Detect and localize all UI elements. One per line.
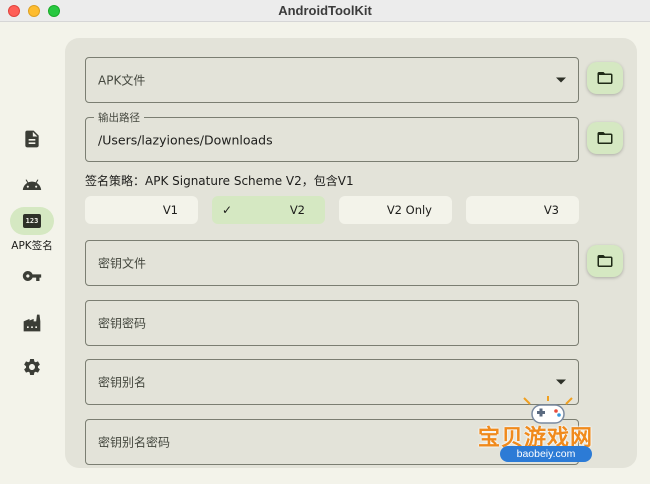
folder-icon bbox=[597, 132, 613, 144]
nav-item-apk-sign[interactable]: 123 bbox=[10, 207, 54, 235]
folder-icon bbox=[597, 72, 613, 84]
key-alias-password-field[interactable]: 密钥别名密码 bbox=[85, 419, 579, 465]
document-icon bbox=[25, 130, 39, 148]
key-file-placeholder: 密钥文件 bbox=[98, 256, 147, 271]
settings-gear-icon bbox=[24, 359, 40, 375]
scheme-option-v2-only[interactable]: V2 Only bbox=[339, 196, 452, 224]
signature-strategy-text: 签名策略：APK Signature Scheme V2，包含V1 bbox=[85, 174, 354, 188]
key-alias-placeholder: 密钥别名 bbox=[98, 375, 147, 390]
title-bar: AndroidToolKit bbox=[0, 0, 650, 22]
scheme-option-v1[interactable]: V1 bbox=[85, 196, 198, 224]
folder-icon bbox=[597, 255, 613, 267]
apk-file-dropdown[interactable]: APK文件 bbox=[85, 57, 579, 103]
window-title: AndroidToolKit bbox=[278, 3, 372, 18]
navigation-rail: 123 APK签名 bbox=[0, 23, 64, 484]
nav-item-android[interactable] bbox=[10, 171, 54, 199]
signature-scheme-selector: V1 ✓ V2 V2 Only V3 bbox=[85, 196, 581, 224]
select-output-path-button[interactable] bbox=[587, 122, 623, 154]
numbers-123-icon: 123 bbox=[23, 214, 41, 228]
check-icon: ✓ bbox=[222, 203, 233, 217]
scheme-option-v3[interactable]: V3 bbox=[466, 196, 579, 224]
nav-item-apk-sign-label: APK签名 bbox=[11, 240, 53, 252]
key-password-field[interactable]: 密钥密码 bbox=[85, 300, 579, 346]
key-file-field[interactable]: 密钥文件 bbox=[85, 240, 579, 286]
zoom-window-button[interactable] bbox=[48, 5, 60, 17]
key-alias-password-placeholder: 密钥别名密码 bbox=[98, 435, 171, 450]
nav-item-document[interactable] bbox=[10, 125, 54, 153]
dropdown-arrow-icon bbox=[556, 379, 566, 385]
output-path-label: 输出路径 bbox=[94, 110, 144, 125]
nav-item-key[interactable] bbox=[10, 262, 54, 290]
apk-file-placeholder: APK文件 bbox=[98, 73, 146, 88]
key-password-placeholder: 密钥密码 bbox=[98, 316, 147, 331]
output-path-value: /Users/lazyiones/Downloads bbox=[98, 132, 273, 147]
window-controls bbox=[8, 5, 60, 17]
select-key-file-button[interactable] bbox=[587, 245, 623, 277]
apk-sign-form-card: APK文件 输出路径 /Users/lazyiones/Downloads 签名… bbox=[65, 38, 637, 468]
nav-item-factory[interactable] bbox=[10, 309, 54, 337]
key-alias-dropdown[interactable]: 密钥别名 bbox=[85, 359, 579, 405]
scheme-option-v2[interactable]: ✓ V2 bbox=[212, 196, 325, 224]
output-path-field[interactable]: 输出路径 /Users/lazyiones/Downloads bbox=[85, 110, 579, 162]
android-icon bbox=[22, 179, 42, 190]
dropdown-arrow-icon bbox=[556, 77, 566, 83]
factory-icon bbox=[23, 314, 41, 332]
nav-item-settings[interactable] bbox=[10, 353, 54, 381]
minimize-window-button[interactable] bbox=[28, 5, 40, 17]
close-window-button[interactable] bbox=[8, 5, 20, 17]
select-apk-file-button[interactable] bbox=[587, 62, 623, 94]
key-icon bbox=[22, 271, 42, 281]
